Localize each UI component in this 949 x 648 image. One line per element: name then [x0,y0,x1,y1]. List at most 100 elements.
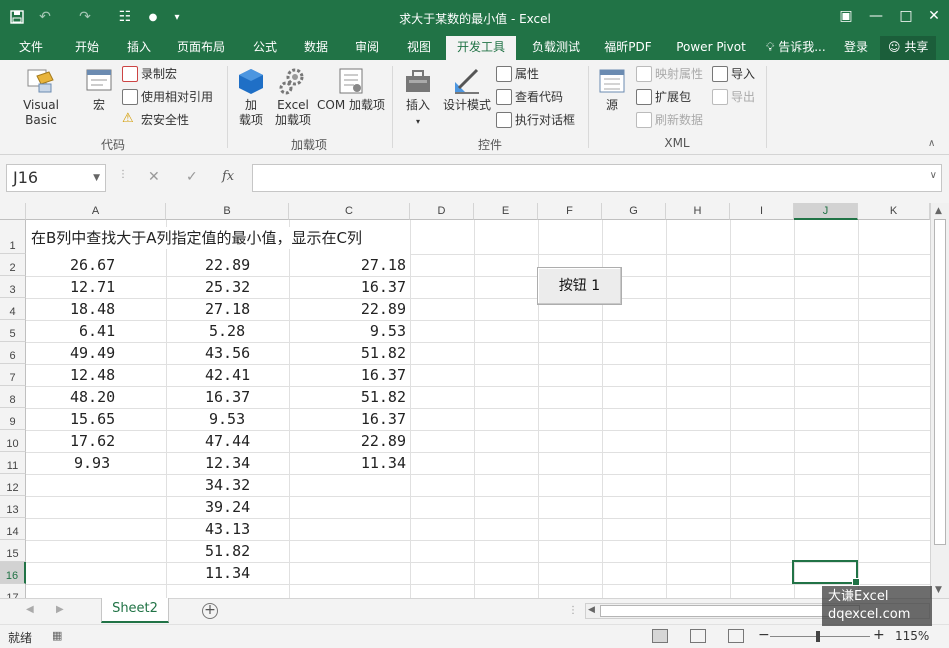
row-header-4[interactable]: 4 [0,298,26,320]
design-mode-button[interactable]: 设计模式 [440,66,494,113]
cell-c4[interactable]: 22.89 [300,298,406,320]
row-header-14[interactable]: 14 [0,518,26,540]
cell-b15[interactable]: 51.82 [205,540,250,562]
scroll-down-icon[interactable]: ▼ [935,585,942,595]
column-header-b[interactable]: B [166,203,289,220]
tab-data[interactable]: 数据 [294,36,338,60]
sheet-prev-icon[interactable]: ◀ [26,604,34,615]
touch-mode-icon[interactable]: ● [142,6,164,28]
cell-b13[interactable]: 39.24 [205,496,250,518]
form-button-1[interactable]: 按钮 1 [537,267,622,305]
column-header-d[interactable]: D [410,203,474,220]
run-dialog-button[interactable]: 执行对话框 [496,110,575,130]
cell-a8[interactable]: 48.20 [70,386,115,408]
cell-a2[interactable]: 26.67 [70,254,115,276]
addins-button[interactable]: 加 载项 [232,66,270,128]
tab-split-icon[interactable]: ⋮ [568,605,578,616]
cell-a6[interactable]: 49.49 [70,342,115,364]
relative-refs-button[interactable]: 使用相对引用 [122,87,213,107]
refresh-data-button[interactable]: 刷新数据 [636,110,703,130]
maximize-icon[interactable]: □ [892,4,920,28]
scroll-up-icon[interactable]: ▲ [935,206,942,216]
column-header-e[interactable]: E [474,203,538,220]
cancel-icon[interactable]: ✕ [148,169,160,185]
tab-load-test[interactable]: 负载测试 [524,36,588,60]
column-header-i[interactable]: I [730,203,794,220]
export-button[interactable]: 导出 [712,87,755,107]
minimize-icon[interactable]: — [862,4,890,28]
share-button[interactable]: ☺ 共享 [880,36,937,60]
row-header-7[interactable]: 7 [0,364,26,386]
sheet-tab-sheet2[interactable]: Sheet2 [101,598,169,623]
zoom-slider[interactable] [770,636,870,637]
redo-icon[interactable]: ↷ [74,6,96,28]
cell-b16[interactable]: 11.34 [205,562,250,584]
import-button[interactable]: 导入 [712,64,755,84]
zoom-out-icon[interactable]: − [758,627,770,643]
cell-c11[interactable]: 11.34 [300,452,406,474]
cell-c5[interactable]: 9.53 [300,320,406,342]
zoom-level[interactable]: 115% [895,629,929,643]
name-box[interactable]: J16 ▼ [6,164,106,192]
signin-link[interactable]: 登录 [844,36,868,60]
title-cell-a1[interactable]: 在B列中查找大于A列指定值的最小值，显示在C列 [31,227,367,249]
excel-addins-button[interactable]: Excel 加载项 [272,66,314,128]
row-header-12[interactable]: 12 [0,474,26,496]
cell-a11[interactable]: 9.93 [70,452,110,474]
cell-b8[interactable]: 16.37 [205,386,250,408]
select-all-corner[interactable] [0,203,26,220]
row-header-16[interactable]: 16 [0,562,26,584]
normal-view-icon[interactable] [652,629,668,643]
add-sheet-icon[interactable]: + [202,603,218,619]
chevron-down-icon[interactable]: ▼ [93,165,100,191]
row-header-1[interactable]: 1 [0,220,26,254]
ribbon-display-icon[interactable]: ▣ [832,4,860,28]
cell-b10[interactable]: 47.44 [205,430,250,452]
cell-b5[interactable]: 5.28 [205,320,245,342]
row-header-10[interactable]: 10 [0,430,26,452]
worksheet-grid[interactable]: A B C D E F G H I J K 1 2 3 4 5 6 7 8 9 … [0,203,930,598]
tab-file[interactable]: 文件 [8,36,54,60]
cell-c7[interactable]: 16.37 [300,364,406,386]
tab-view[interactable]: 视图 [396,36,442,60]
cell-c8[interactable]: 51.82 [300,386,406,408]
row-header-2[interactable]: 2 [0,254,26,276]
vertical-scroll-thumb[interactable] [934,219,946,545]
map-properties-button[interactable]: 映射属性 [636,64,703,84]
horizontal-scroll-thumb[interactable] [600,605,860,617]
tab-foxit-pdf[interactable]: 福昕PDF [596,36,660,60]
collapse-ribbon-icon[interactable]: ∧ [928,138,935,149]
macro-security-button[interactable]: ⚠ 宏安全性 [122,110,189,130]
properties-button[interactable]: 属性 [496,64,539,84]
cell-a9[interactable]: 15.65 [70,408,115,430]
cell-a3[interactable]: 12.71 [70,276,115,298]
column-header-j[interactable]: J [794,203,858,220]
macro-record-status-icon[interactable]: ▦ [52,629,62,642]
row-header-11[interactable]: 11 [0,452,26,474]
column-header-g[interactable]: G [602,203,666,220]
active-cell-j16[interactable] [792,560,860,586]
tab-power-pivot[interactable]: Power Pivot [668,36,754,60]
sheet-next-icon[interactable]: ▶ [56,604,64,615]
row-header-5[interactable]: 5 [0,320,26,342]
view-code-button[interactable]: 查看代码 [496,87,563,107]
zoom-slider-knob[interactable] [816,631,820,642]
page-layout-view-icon[interactable] [690,629,706,643]
tab-page-layout[interactable]: 页面布局 [168,36,234,60]
expand-formula-icon[interactable]: ∨ [930,170,937,181]
close-icon[interactable]: ✕ [920,4,948,28]
tell-me-box[interactable]: 💡︎ 告诉我... [766,36,826,60]
column-header-k[interactable]: K [858,203,930,220]
insert-function-button[interactable]: fx [222,169,234,184]
record-macro-button[interactable]: 录制宏 [122,64,177,84]
zoom-in-icon[interactable]: + [873,627,885,643]
row-header-3[interactable]: 3 [0,276,26,298]
cell-a7[interactable]: 12.48 [70,364,115,386]
formula-input[interactable]: ∨ [252,164,942,192]
column-header-c[interactable]: C [289,203,410,220]
cell-a4[interactable]: 18.48 [70,298,115,320]
save-icon[interactable] [6,6,28,28]
tab-review[interactable]: 审阅 [344,36,390,60]
cell-c6[interactable]: 51.82 [300,342,406,364]
row-header-6[interactable]: 6 [0,342,26,364]
